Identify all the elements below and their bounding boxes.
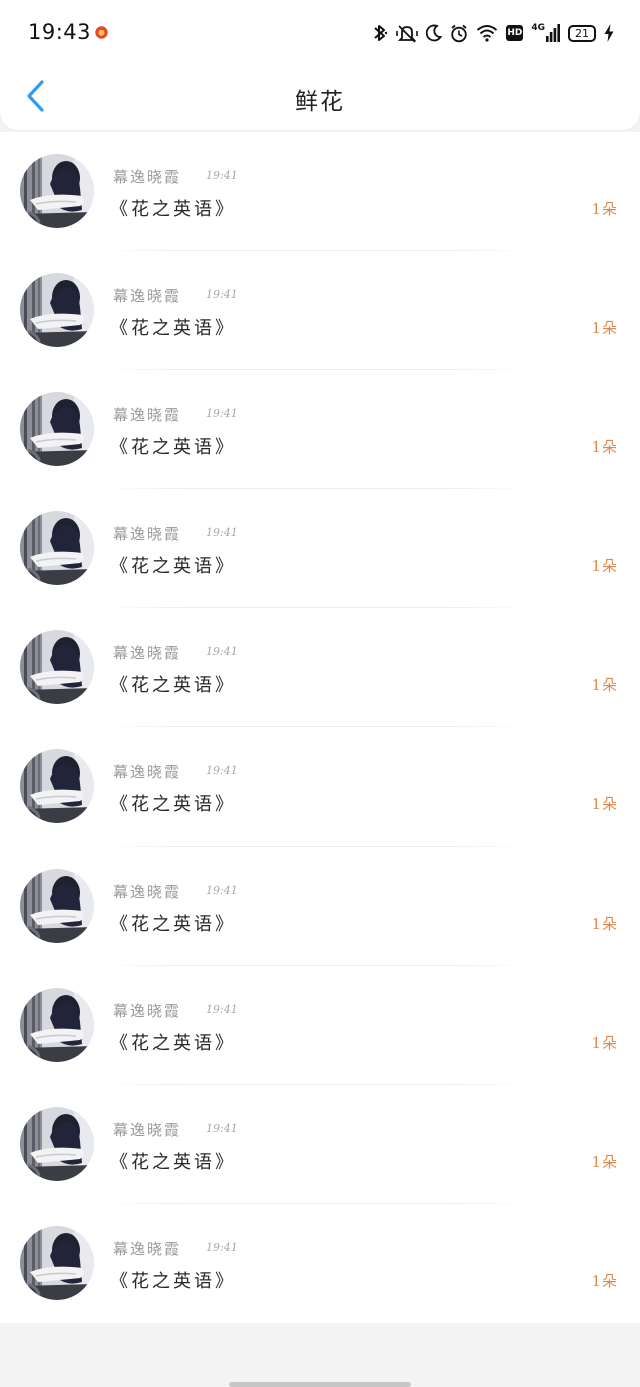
sender-name: 幕逸晓霞 <box>113 1120 182 1139</box>
sender-avatar[interactable] <box>20 511 94 586</box>
gift-record-row[interactable]: 幕逸晓霞 19:41 《花之英语》 1朵 <box>0 1204 640 1323</box>
gift-record-row[interactable]: 幕逸晓霞 19:41 《花之英语》 1朵 <box>0 489 640 609</box>
header-bar: 鲜花 <box>0 66 640 130</box>
send-time: 19:41 <box>206 407 238 421</box>
gift-name: 《花之英语》 <box>110 437 236 459</box>
sender-avatar[interactable] <box>20 749 94 824</box>
send-time: 19:41 <box>206 169 238 182</box>
battery-icon: 21 <box>568 24 596 42</box>
send-time: 19:41 <box>206 1002 238 1016</box>
send-time: 19:41 <box>206 288 238 302</box>
gift-record-list: 幕逸晓霞 19:41 《花之英语》 1朵 幕逸晓霞 19:41 《花之英语》 1… <box>0 132 640 1323</box>
gift-name: 《花之英语》 <box>110 199 236 220</box>
sender-avatar[interactable] <box>20 1106 94 1181</box>
send-time: 19:41 <box>206 526 238 540</box>
send-time: 19:41 <box>206 1121 238 1135</box>
sender-avatar[interactable] <box>20 273 94 348</box>
signal-bars-icon <box>546 24 560 42</box>
sender-avatar[interactable] <box>20 154 94 228</box>
sender-avatar[interactable] <box>20 1225 94 1300</box>
home-indicator <box>229 1382 411 1387</box>
send-time: 19:41 <box>206 883 238 897</box>
send-time: 19:41 <box>206 645 238 659</box>
signal-icon: 4G <box>531 24 560 42</box>
sender-avatar[interactable] <box>20 987 94 1062</box>
sender-name: 幕逸晓霞 <box>113 406 182 425</box>
gift-name: 《花之英语》 <box>110 318 236 340</box>
gift-count: 1朵 <box>591 1033 618 1052</box>
status-bar: 19:43 HD 4G 21 <box>0 0 640 66</box>
moon-icon <box>426 24 443 42</box>
gift-name: 《花之英语》 <box>110 913 236 935</box>
gift-record-row[interactable]: 幕逸晓霞 19:41 《花之英语》 1朵 <box>0 847 640 966</box>
gift-count: 1朵 <box>591 1271 618 1290</box>
gift-name: 《花之英语》 <box>110 794 236 816</box>
gift-record-row[interactable]: 幕逸晓霞 19:41 《花之英语》 1朵 <box>0 1085 640 1204</box>
sender-name: 幕逸晓霞 <box>113 882 182 901</box>
network-label: 4G <box>531 23 545 33</box>
sender-name: 幕逸晓霞 <box>113 287 182 306</box>
alarm-icon <box>451 24 468 42</box>
gift-record-row[interactable]: 幕逸晓霞 19:41 《花之英语》 1朵 <box>0 251 640 371</box>
gift-count: 1朵 <box>591 795 618 814</box>
gift-count: 1朵 <box>591 438 618 457</box>
page-title: 鲜花 <box>295 89 345 115</box>
gift-name: 《花之英语》 <box>110 1270 236 1292</box>
gift-count: 1朵 <box>591 200 618 218</box>
status-icons: HD 4G 21 <box>372 22 614 44</box>
gift-name: 《花之英语》 <box>110 1151 236 1173</box>
wifi-icon <box>477 25 498 42</box>
gift-count: 1朵 <box>591 1152 618 1171</box>
gift-record-row[interactable]: 幕逸晓霞 19:41 《花之英语》 1朵 <box>0 370 640 490</box>
sender-avatar[interactable] <box>20 630 94 705</box>
send-time: 19:41 <box>206 764 238 778</box>
sender-avatar[interactable] <box>20 868 94 943</box>
sender-name: 幕逸晓霞 <box>113 644 182 663</box>
sender-avatar[interactable] <box>20 392 94 467</box>
sender-name: 幕逸晓霞 <box>113 168 182 186</box>
hd-icon: HD <box>506 25 524 41</box>
vibrate-mute-icon <box>396 25 419 43</box>
sender-name: 幕逸晓霞 <box>113 525 182 544</box>
bluetooth-icon <box>374 25 388 41</box>
gift-count: 1朵 <box>591 319 618 338</box>
gift-record-row[interactable]: 幕逸晓霞 19:41 《花之英语》 1朵 <box>0 727 640 847</box>
status-time: 19:43 <box>28 20 92 44</box>
notification-dot-icon <box>95 26 108 39</box>
gift-record-row[interactable]: 幕逸晓霞 19:41 《花之英语》 1朵 <box>0 608 640 728</box>
gift-name: 《花之英语》 <box>110 1032 236 1054</box>
gift-count: 1朵 <box>591 676 618 695</box>
sender-name: 幕逸晓霞 <box>113 763 182 782</box>
gift-record-row[interactable]: 幕逸晓霞 19:41 《花之英语》 1朵 <box>0 966 640 1085</box>
gift-record-row[interactable]: 幕逸晓霞 19:41 《花之英语》 1朵 <box>0 132 640 252</box>
gift-count: 1朵 <box>591 557 618 576</box>
sender-name: 幕逸晓霞 <box>113 1239 182 1258</box>
sender-name: 幕逸晓霞 <box>113 1001 182 1020</box>
send-time: 19:41 <box>206 1240 238 1254</box>
gift-name: 《花之英语》 <box>110 675 236 697</box>
charging-icon <box>604 24 614 42</box>
gift-count: 1朵 <box>591 914 618 933</box>
gift-name: 《花之英语》 <box>110 556 236 578</box>
